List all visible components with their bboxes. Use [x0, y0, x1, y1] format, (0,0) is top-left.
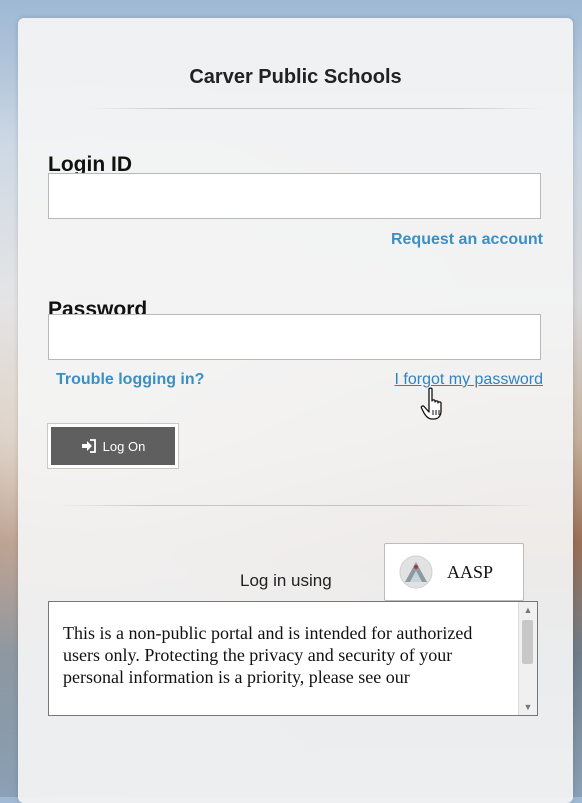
scroll-up-arrow-icon[interactable]: ▲	[519, 602, 537, 618]
log-on-button[interactable]: Log On	[48, 424, 178, 468]
scroll-down-arrow-icon[interactable]: ▼	[519, 699, 537, 715]
login-using-label: Log in using	[240, 571, 332, 590]
request-account-link[interactable]: Request an account	[391, 231, 543, 249]
login-id-input[interactable]	[48, 173, 541, 219]
title-divider	[88, 108, 543, 109]
hand-pointer-icon	[420, 387, 442, 420]
forgot-password-link[interactable]: I forgot my password	[395, 371, 544, 389]
log-on-label: Log On	[102, 438, 146, 454]
sign-in-icon	[81, 439, 97, 453]
scroll-thumb[interactable]	[522, 620, 533, 664]
login-card: Carver Public Schools Login ID Request a…	[18, 18, 573, 803]
trouble-logging-in-link[interactable]: Trouble logging in?	[56, 371, 204, 389]
section-divider	[58, 505, 538, 506]
privacy-notice-text: This is a non-public portal and is inten…	[63, 623, 473, 687]
page-title: Carver Public Schools	[189, 66, 402, 88]
aasp-login-button[interactable]: AASP	[384, 543, 524, 601]
privacy-notice-box[interactable]: This is a non-public portal and is inten…	[48, 601, 538, 716]
password-input[interactable]	[48, 314, 541, 360]
aasp-label: AASP	[447, 561, 494, 582]
notice-scrollbar[interactable]: ▲ ▼	[518, 602, 537, 715]
aasp-logo-icon	[399, 555, 433, 589]
